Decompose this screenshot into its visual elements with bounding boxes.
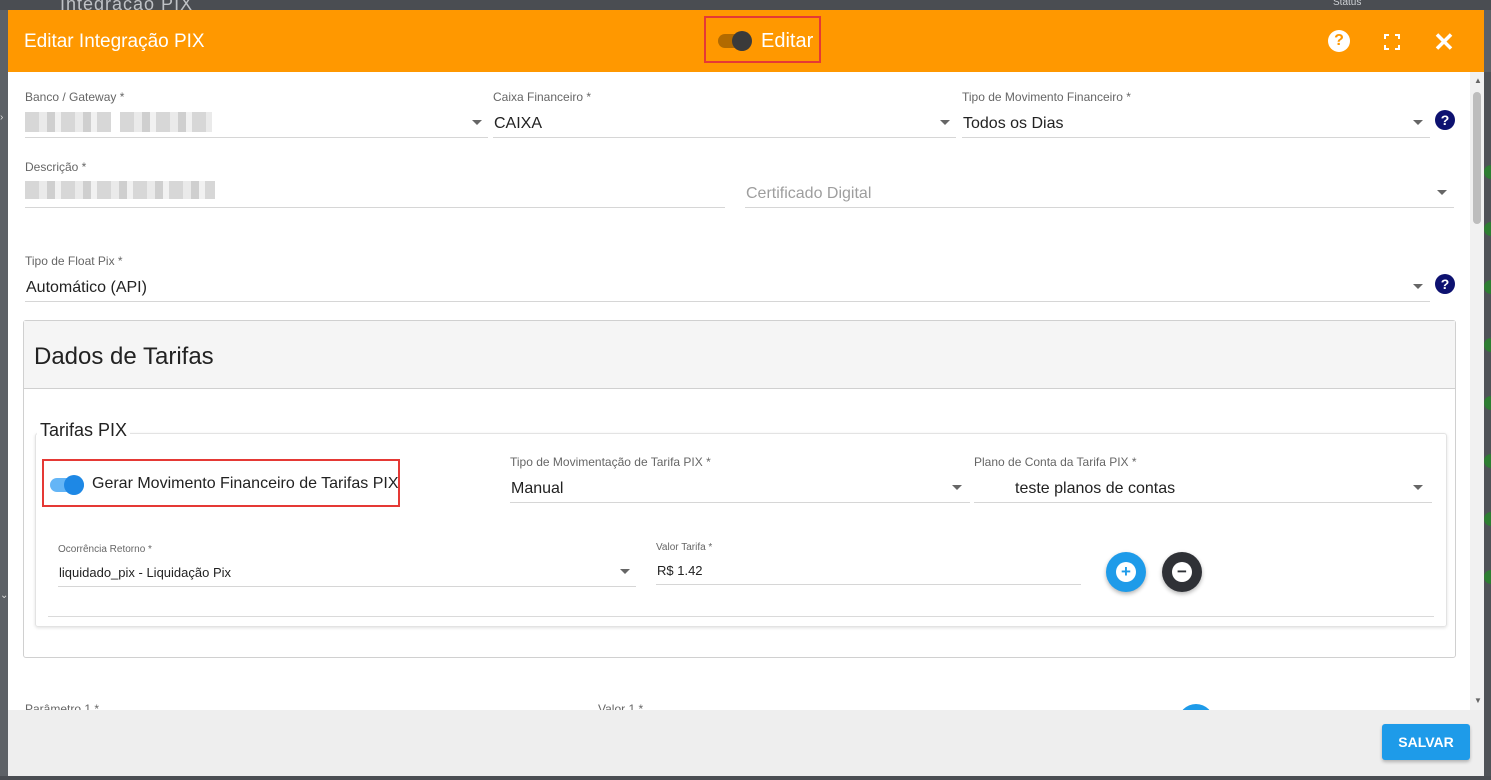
help-question-icon[interactable]: ? — [1435, 110, 1455, 130]
close-icon[interactable]: ✕ — [1432, 29, 1456, 55]
minus-icon: − — [1172, 562, 1192, 582]
field-label: Valor Tarifa * — [656, 542, 713, 553]
modal-footer: SALVAR — [8, 710, 1484, 776]
field-label: Tipo de Movimentação de Tarifa PIX * — [510, 455, 711, 469]
background-check-icon — [1484, 338, 1491, 352]
field-value: Automático (API) — [26, 279, 147, 296]
edit-integration-modal: Editar Integração PIX Editar ? ✕ Banco /… — [8, 10, 1484, 776]
field-underline — [962, 137, 1430, 138]
field-underline — [510, 502, 970, 503]
background-check-icon — [1484, 570, 1491, 584]
chevron-down-icon — [620, 569, 630, 574]
background-check-icon — [1484, 165, 1491, 179]
background-check-icon — [1484, 222, 1491, 236]
field-label: Tipo de Float Pix * — [25, 254, 123, 268]
gerar-movimento-highlight: Gerar Movimento Financeiro de Tarifas PI… — [42, 459, 400, 507]
tarifas-pix-fieldset: Gerar Movimento Financeiro de Tarifas PI… — [35, 433, 1447, 627]
field-underline — [25, 137, 488, 138]
tarifas-panel-header: Dados de Tarifas — [24, 321, 1455, 389]
background-status-header: Status — [1333, 0, 1362, 8]
tipo-movimentacao-tarifa-select[interactable]: Tipo de Movimentação de Tarifa PIX * Man… — [510, 455, 970, 503]
chevron-down-icon — [472, 120, 482, 125]
save-button[interactable]: SALVAR — [1382, 724, 1470, 760]
field-underline — [493, 137, 956, 138]
help-question-icon[interactable]: ? — [1435, 274, 1455, 294]
scroll-down-arrow-icon[interactable]: ▼ — [1474, 696, 1482, 705]
certificado-digital-select[interactable]: Certificado Digital — [745, 160, 1454, 208]
chevron-down-icon — [1413, 284, 1423, 289]
background-check-icon — [1484, 454, 1491, 468]
field-value: teste planos de contas — [1015, 480, 1176, 497]
modal-header: Editar Integração PIX Editar ? ✕ — [8, 10, 1484, 72]
field-underline — [974, 502, 1432, 503]
field-label: Ocorrência Retorno * — [58, 544, 152, 555]
background-check-icon — [1484, 512, 1491, 526]
toggle-knob — [64, 475, 84, 495]
banco-gateway-select[interactable]: Banco / Gateway * — [25, 90, 488, 138]
modal-title: Editar Integração PIX — [24, 31, 205, 52]
redacted-value — [25, 181, 215, 199]
background-chevron-right-icon: › — [0, 112, 4, 123]
chevron-down-icon — [940, 120, 950, 125]
field-placeholder: Certificado Digital — [746, 185, 872, 202]
background-chevron-down-icon: ⌄ — [0, 590, 9, 601]
field-label: Banco / Gateway * — [25, 90, 125, 104]
modal-body: Banco / Gateway * Caixa Financeiro * CAI… — [8, 72, 1484, 710]
tipo-float-pix-select[interactable]: Tipo de Float Pix * Automático (API) — [25, 254, 1430, 302]
field-underline — [25, 301, 1430, 302]
chevron-down-icon — [952, 485, 962, 490]
edit-toggle-highlight: Editar — [704, 16, 821, 63]
help-icon[interactable]: ? — [1328, 30, 1350, 52]
add-tarifa-button[interactable]: + — [1106, 552, 1146, 592]
background-bottom — [0, 776, 1491, 780]
field-underline — [745, 207, 1454, 208]
chevron-down-icon — [1413, 120, 1423, 125]
modal-scrollbar[interactable]: ▲ ▼ — [1470, 72, 1484, 710]
toggle-knob — [732, 31, 752, 51]
ocorrencia-retorno-select[interactable]: Ocorrência Retorno * liquidado_pix - Liq… — [58, 544, 636, 587]
scroll-thumb[interactable] — [1473, 92, 1481, 224]
descricao-input[interactable]: Descrição * — [25, 160, 725, 208]
tarifas-pix-title: Tarifas PIX — [37, 420, 131, 441]
valor-1-label: Valor 1 * — [598, 702, 644, 710]
field-value: R$ 1.42 — [657, 563, 703, 578]
field-value: Manual — [511, 480, 564, 497]
valor-tarifa-input[interactable]: Valor Tarifa * R$ 1.42 — [656, 542, 1081, 585]
parametro-1-label: Parâmetro 1 * — [25, 702, 100, 710]
panel-title: Dados de Tarifas — [34, 343, 214, 370]
field-label: Descrição * — [25, 160, 87, 174]
field-label: Tipo de Movimento Financeiro * — [962, 90, 1131, 104]
remove-tarifa-button[interactable]: − — [1162, 552, 1202, 592]
chevron-down-icon — [1437, 190, 1447, 195]
field-label: Plano de Conta da Tarifa PIX * — [974, 455, 1137, 469]
field-label: Caixa Financeiro * — [493, 90, 592, 104]
scroll-up-arrow-icon[interactable]: ▲ — [1474, 76, 1482, 85]
background-check-icon — [1484, 280, 1491, 294]
gerar-movimento-switch[interactable] — [50, 475, 84, 495]
divider — [48, 616, 1434, 617]
redacted-value — [120, 112, 212, 132]
field-value: Todos os Dias — [963, 115, 1064, 132]
field-underline — [656, 584, 1081, 585]
field-underline — [58, 586, 636, 587]
field-value: liquidado_pix - Liquidação Pix — [59, 565, 232, 580]
background-check-icon — [1484, 396, 1491, 410]
tipo-movimento-select[interactable]: Tipo de Movimento Financeiro * Todos os … — [962, 90, 1430, 138]
fullscreen-icon[interactable] — [1380, 30, 1404, 54]
redacted-value — [25, 112, 111, 132]
background-topbar — [0, 0, 1491, 10]
edit-toggle-label: Editar — [761, 30, 814, 52]
chevron-down-icon — [1413, 485, 1423, 490]
field-value: CAIXA — [494, 115, 543, 132]
gerar-movimento-label: Gerar Movimento Financeiro de Tarifas PI… — [92, 475, 399, 492]
caixa-financeiro-select[interactable]: Caixa Financeiro * CAIXA — [493, 90, 956, 138]
edit-toggle-switch[interactable] — [718, 31, 752, 51]
plus-icon: + — [1116, 562, 1136, 582]
plano-conta-tarifa-select[interactable]: Plano de Conta da Tarifa PIX * teste pla… — [974, 455, 1432, 503]
tarifas-panel: Dados de Tarifas Gerar Movimento Finance… — [23, 320, 1456, 658]
field-underline — [25, 207, 725, 208]
